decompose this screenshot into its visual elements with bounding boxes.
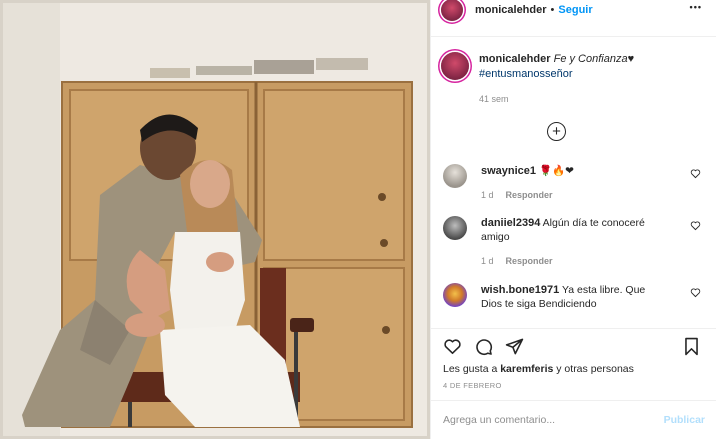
comment-input[interactable] — [443, 414, 664, 426]
more-options-icon[interactable]: ••• — [690, 2, 702, 12]
like-comment-heart-icon[interactable] — [690, 168, 701, 179]
comment-meta: 1 d Responder — [481, 254, 651, 268]
comment-time[interactable]: 1 d — [481, 256, 494, 266]
like-heart-icon[interactable] — [443, 337, 462, 356]
comment-body: swaynice1 🌹🔥❤ 1 d Responder — [481, 164, 651, 202]
author-username[interactable]: monicalehder — [475, 4, 547, 16]
likes-user[interactable]: karemferis — [500, 363, 553, 375]
caption-text: monicalehder Fe y Confianza♥ #entusmanos… — [479, 52, 679, 107]
post-caption: monicalehder Fe y Confianza♥ #entusmanos… — [441, 52, 679, 107]
caption-heart-emoji: ♥ — [627, 53, 635, 65]
post-sidebar: monicalehder • Seguir ••• monicalehder F… — [430, 0, 716, 439]
comment-body: wish.bone1971 Ya esta libre. Que Dios te… — [481, 283, 651, 311]
caption-time[interactable]: 41 sem — [479, 92, 679, 107]
comment-username[interactable]: daniiel2394 — [481, 217, 540, 229]
comment-composer: Publicar — [431, 400, 716, 439]
like-comment-heart-icon[interactable] — [690, 287, 701, 298]
comment-username[interactable]: wish.bone1971 — [481, 284, 559, 296]
comment-text: 🌹🔥❤ — [538, 165, 574, 177]
post-header-row: monicalehder • Seguir — [441, 0, 593, 22]
separator-dot: • — [550, 4, 555, 16]
comment-item: swaynice1 🌹🔥❤ 1 d Responder — [443, 164, 711, 202]
post-photo-illustration — [0, 0, 430, 439]
follow-button[interactable]: Seguir — [558, 4, 592, 16]
author-avatar[interactable] — [441, 0, 463, 21]
comment-avatar[interactable] — [443, 283, 467, 307]
caption-title: Fe y Confianza — [553, 53, 628, 65]
caption-hashtag[interactable]: #entusmanosseñor — [479, 67, 679, 82]
like-comment-heart-icon[interactable] — [690, 220, 701, 231]
comments-section: monicalehder Fe y Confianza♥ #entusmanos… — [431, 40, 716, 328]
likes-summary: Les gusta a karemferis y otras personas — [443, 363, 634, 375]
caption-username[interactable]: monicalehder — [479, 53, 551, 65]
likes-suffix[interactable]: y otras personas — [556, 363, 634, 375]
comment-bubble-icon[interactable] — [474, 337, 493, 356]
save-button[interactable] — [682, 337, 701, 356]
comment-item: wish.bone1971 Ya esta libre. Que Dios te… — [443, 283, 711, 311]
action-icons — [443, 337, 524, 356]
header-divider — [431, 36, 716, 37]
post-actions: Les gusta a karemferis y otras personas … — [431, 328, 716, 400]
reply-button[interactable]: Responder — [506, 256, 553, 266]
post-photo[interactable] — [0, 0, 430, 439]
comment-username[interactable]: swaynice1 — [481, 165, 536, 177]
bookmark-icon — [685, 337, 698, 356]
post-date[interactable]: 4 DE FEBRERO — [443, 381, 502, 390]
load-more-comments-button[interactable]: + — [547, 122, 566, 141]
publish-button[interactable]: Publicar — [664, 414, 705, 426]
share-paper-plane-icon[interactable] — [505, 337, 524, 356]
comment-body: daniiel2394 Algún día te conoceré amigo … — [481, 216, 651, 268]
comment-item: daniiel2394 Algún día te conoceré amigo … — [443, 216, 711, 268]
caption-avatar[interactable] — [441, 52, 469, 80]
comment-time[interactable]: 1 d — [481, 190, 494, 200]
likes-prefix: Les gusta a — [443, 363, 498, 375]
comment-avatar[interactable] — [443, 164, 467, 188]
reply-button[interactable]: Responder — [506, 190, 553, 200]
comment-meta: 1 d Responder — [481, 188, 651, 202]
comment-avatar[interactable] — [443, 216, 467, 240]
